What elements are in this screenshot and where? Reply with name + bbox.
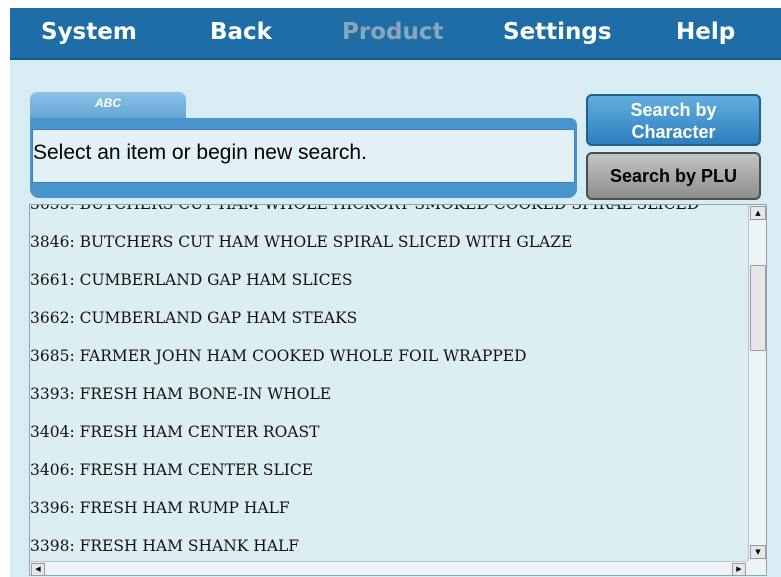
list-item[interactable]: 3685: FARMER JOHN HAM COOKED WHOLE FOIL … [30, 337, 748, 375]
scroll-down-icon[interactable]: ▼ [750, 545, 766, 559]
app-window: System Back Product Settings Help ABC Se… [10, 8, 781, 577]
list-item[interactable]: 3661: CUMBERLAND GAP HAM SLICES [30, 261, 748, 299]
list-item[interactable]: 3398: FRESH HAM SHANK HALF [30, 527, 748, 561]
menu-bar: System Back Product Settings Help [10, 8, 781, 60]
vertical-scroll-thumb[interactable] [750, 265, 766, 351]
menu-settings[interactable]: Settings [503, 8, 612, 58]
search-by-plu-button[interactable]: Search by PLU [586, 152, 761, 200]
scroll-right-icon[interactable]: ▶ [732, 563, 746, 575]
search-by-character-label: Search by Character [630, 100, 717, 142]
search-input[interactable]: Select an item or begin new search. [32, 129, 575, 183]
list-item[interactable]: 3662: CUMBERLAND GAP HAM STEAKS [30, 299, 748, 337]
vertical-scrollbar[interactable]: ▲ ▼ [748, 205, 766, 561]
search-mode-label: ABC [95, 96, 121, 110]
menu-back[interactable]: Back [210, 8, 272, 58]
horizontal-scrollbar[interactable]: ◀ ▶ [30, 561, 748, 575]
list-item[interactable]: 3404: FRESH HAM CENTER ROAST [30, 413, 748, 451]
search-by-plu-label: Search by PLU [609, 166, 738, 186]
list-item[interactable]: 3655: BUTCHERS CUT HAM WHOLE HICKORY SMO… [30, 205, 748, 223]
scroll-up-icon[interactable]: ▲ [750, 206, 766, 220]
results-viewport: 3655: BUTCHERS CUT HAM WHOLE HICKORY SMO… [30, 205, 748, 561]
scroll-left-icon[interactable]: ◀ [31, 563, 45, 575]
list-item[interactable]: 3846: BUTCHERS CUT HAM WHOLE SPIRAL SLIC… [30, 223, 748, 261]
list-item[interactable]: 3393: FRESH HAM BONE-IN WHOLE [30, 375, 748, 413]
menu-help[interactable]: Help [676, 8, 735, 58]
search-by-character-button[interactable]: Search by Character [586, 94, 761, 146]
list-item[interactable]: 3406: FRESH HAM CENTER SLICE [30, 451, 748, 489]
search-box-frame: Select an item or begin new search. [30, 118, 577, 198]
menu-system[interactable]: System [41, 8, 137, 58]
list-item[interactable]: 3396: FRESH HAM RUMP HALF [30, 489, 748, 527]
menu-product: Product [342, 19, 444, 45]
results-list[interactable]: 3655: BUTCHERS CUT HAM WHOLE HICKORY SMO… [29, 204, 767, 576]
scrollbar-corner [748, 561, 766, 575]
